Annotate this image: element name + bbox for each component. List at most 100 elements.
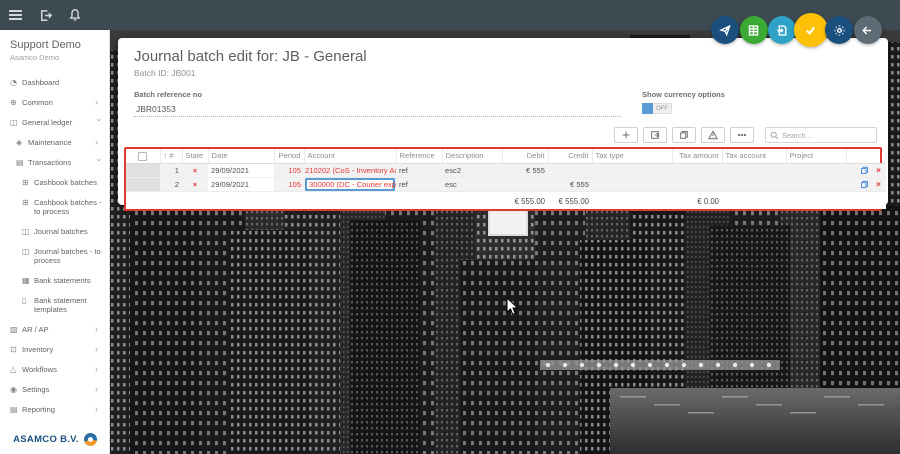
col-header-project[interactable]: Project: [786, 149, 846, 163]
sidebar-item-general-ledger[interactable]: ◫General ledger›: [0, 112, 109, 132]
col-header-tax-account[interactable]: Tax account: [722, 149, 786, 163]
project-cell[interactable]: [786, 163, 846, 177]
description-cell[interactable]: esc2: [442, 163, 502, 177]
col-header-reference[interactable]: Reference: [396, 149, 442, 163]
account-dropdown[interactable]: 300000 (DC - Courier expense...▾: [305, 178, 395, 191]
send-button[interactable]: [711, 16, 739, 44]
batch-reference-input[interactable]: [134, 101, 620, 117]
toggle-knob[interactable]: [642, 103, 653, 114]
account-cell[interactable]: 210202 (CoS - Inventory Adjustm...: [304, 163, 396, 177]
col-header-debit[interactable]: Debit: [502, 149, 548, 163]
app-title: Support Demo: [10, 39, 99, 51]
sidebar-item-dashboard[interactable]: ◔Dashboard: [0, 72, 109, 92]
reference-cell[interactable]: ref: [396, 163, 442, 177]
credit-cell[interactable]: [548, 163, 592, 177]
col-header-select[interactable]: [126, 149, 160, 163]
copy-row-icon[interactable]: [860, 180, 869, 189]
total-debit: € 555.00: [502, 191, 548, 209]
date-cell[interactable]: 29/09/2021: [208, 163, 274, 177]
col-header-actions[interactable]: [846, 149, 886, 163]
tax-account-cell[interactable]: [722, 177, 786, 191]
sidebar-item-journal-batches[interactable]: ◫Journal batches: [0, 221, 109, 241]
sidebar-item-inventory[interactable]: ⊡Inventory›: [0, 339, 109, 359]
import-button[interactable]: [643, 127, 667, 143]
sidebar-item-label: Transactions: [28, 158, 95, 167]
copy-row-icon[interactable]: [860, 166, 869, 175]
sidebar-item-label: AR / AP: [22, 325, 95, 334]
journal-icon: ◫: [22, 247, 34, 256]
col-header-date[interactable]: Date: [208, 149, 274, 163]
debit-cell[interactable]: [502, 177, 548, 191]
sidebar: Support Demo Asamco Demo ◔Dashboard⊕Comm…: [0, 30, 110, 454]
account-cell[interactable]: 300000 (DC - Courier expense...▾: [304, 177, 396, 191]
col-header-credit[interactable]: Credit: [548, 149, 592, 163]
tax-type-cell[interactable]: [592, 163, 672, 177]
grid-search: [765, 127, 877, 143]
col-header-account[interactable]: Account: [304, 149, 396, 163]
sidebar-item-workflows[interactable]: △Workflows›: [0, 359, 109, 379]
sidebar-item-settings[interactable]: ◉Settings›: [0, 379, 109, 399]
approve-button[interactable]: [794, 13, 828, 47]
sidebar-item-journal-batches-to-process[interactable]: ◫Journal batches - to process: [0, 241, 109, 270]
col-header-description[interactable]: Description: [442, 149, 502, 163]
sidebar-item-label: Workflows: [22, 365, 95, 374]
tax-amount-cell[interactable]: [672, 177, 722, 191]
menu-icon[interactable]: [0, 0, 30, 30]
tax-account-cell[interactable]: [722, 163, 786, 177]
col-header-tax-type[interactable]: Tax type: [592, 149, 672, 163]
currency-toggle[interactable]: OFF: [642, 103, 672, 114]
row-number: 2: [160, 177, 182, 191]
date-cell[interactable]: 29/09/2021: [208, 177, 274, 191]
sidebar-item-transactions[interactable]: ▤Transactions›: [0, 152, 109, 172]
col-header-period[interactable]: Period: [274, 149, 304, 163]
add-row-button[interactable]: [614, 127, 638, 143]
project-cell[interactable]: [786, 177, 846, 191]
sidebar-item-bank-statement-templates[interactable]: ▯Bank statement templates: [0, 290, 109, 319]
back-button[interactable]: [854, 16, 882, 44]
debit-cell[interactable]: € 555: [502, 163, 548, 177]
reporting-icon: ▤: [10, 405, 22, 414]
tax-amount-cell[interactable]: [672, 163, 722, 177]
sidebar-item-maintenance[interactable]: ◈Maintenance›: [0, 132, 109, 152]
col-header--#[interactable]: ↑ #: [160, 149, 182, 163]
col-header-tax-amount[interactable]: Tax amount: [672, 149, 722, 163]
search-input[interactable]: [782, 131, 872, 140]
period-cell[interactable]: 105: [274, 163, 304, 177]
sidebar-item-label: Bank statement templates: [34, 296, 103, 314]
reference-cell[interactable]: ref: [396, 177, 442, 191]
sidebar-item-cashbook-batches-to-process[interactable]: ⊞Cashbook batches - to process: [0, 192, 109, 221]
sidebar-item-ar-ap[interactable]: ▧AR / AP›: [0, 319, 109, 339]
chevron-right-icon: ›: [95, 98, 103, 107]
description-cell[interactable]: esc: [442, 177, 502, 191]
delete-row-icon[interactable]: ×: [876, 166, 881, 174]
bell-icon[interactable]: [60, 0, 90, 30]
tax-type-cell[interactable]: [592, 177, 672, 191]
export-sheet-button[interactable]: [740, 16, 768, 44]
duplicate-button[interactable]: [672, 127, 696, 143]
sidebar-menu: ◔Dashboard⊕Common›◫General ledger›◈Maint…: [0, 72, 109, 419]
sidebar-item-reporting[interactable]: ▤Reporting›: [0, 399, 109, 419]
grid-header-row: ↑ #StateDatePeriodAccountReferenceDescri…: [126, 149, 886, 163]
col-header-state[interactable]: State: [182, 149, 208, 163]
settings-button[interactable]: [825, 16, 853, 44]
ellipsis-icon: [737, 130, 747, 140]
select-all-checkbox[interactable]: [138, 152, 147, 161]
sidebar-item-common[interactable]: ⊕Common›: [0, 92, 109, 112]
credit-cell[interactable]: € 555: [548, 177, 592, 191]
sidebar-item-label: Cashbook batches: [34, 178, 103, 187]
period-cell[interactable]: 105: [274, 177, 304, 191]
batch-reference-label: Batch reference no: [134, 90, 620, 99]
maintenance-icon: ◈: [16, 138, 28, 147]
bank-icon: ▦: [22, 276, 34, 285]
delete-row-icon[interactable]: ×: [876, 180, 881, 188]
sidebar-item-bank-statements[interactable]: ▦Bank statements: [0, 270, 109, 290]
row-select-cell[interactable]: [126, 177, 160, 191]
row-select-cell[interactable]: [126, 163, 160, 177]
export-doc-button[interactable]: [768, 16, 796, 44]
grid-totals-row: € 555.00€ 555.00€ 0.00: [126, 191, 886, 209]
logout-icon[interactable]: [30, 0, 60, 30]
warnings-button[interactable]: [701, 127, 725, 143]
copy-icon: [679, 130, 689, 140]
more-button[interactable]: [730, 127, 754, 143]
sidebar-item-cashbook-batches[interactable]: ⊞Cashbook batches: [0, 172, 109, 192]
